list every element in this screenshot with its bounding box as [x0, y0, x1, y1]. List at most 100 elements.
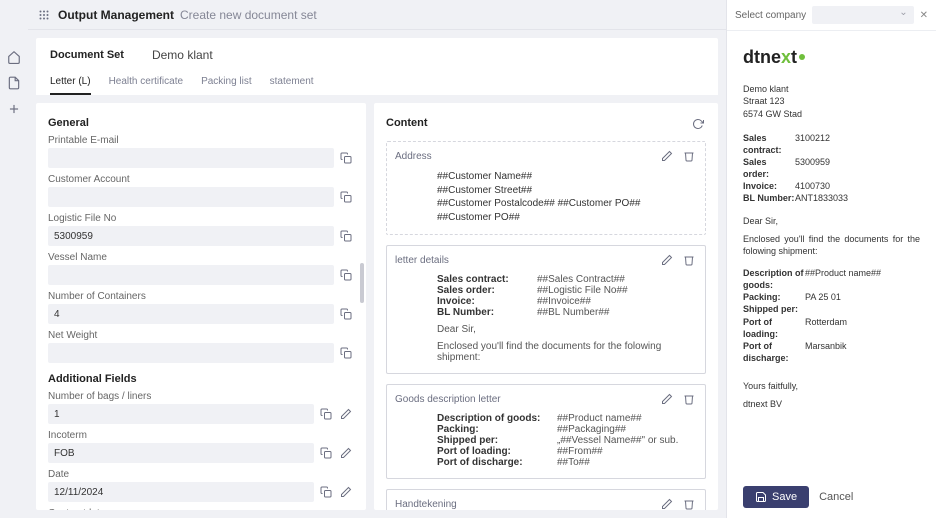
app-subtitle: Create new document set: [180, 8, 317, 22]
copy-icon[interactable]: [338, 189, 354, 205]
preview-pane: Select company ✕ dtnext Demo klant Straa…: [726, 0, 936, 518]
field: Number of bags / liners: [48, 391, 354, 424]
field-label: Contractdate: [48, 508, 354, 510]
trash-icon[interactable]: [681, 496, 697, 510]
nav-rail: [0, 0, 28, 518]
block-sign-title: Handtekening: [395, 499, 457, 510]
field-label: Logistic File No: [48, 213, 354, 224]
edit-icon[interactable]: [338, 445, 354, 461]
company-select[interactable]: [812, 6, 913, 24]
copy-icon[interactable]: [318, 484, 334, 500]
section-additional-title: Additional Fields: [48, 373, 354, 385]
copy-icon[interactable]: [338, 345, 354, 361]
topbar: Output Management Create new document se…: [28, 0, 726, 30]
tab-packing[interactable]: Packing list: [201, 72, 252, 95]
copy-icon[interactable]: [338, 150, 354, 166]
addr-line: ##Customer Name##: [437, 170, 697, 184]
section-general-title: General: [48, 117, 354, 129]
field: Date: [48, 469, 354, 502]
copy-icon[interactable]: [338, 228, 354, 244]
preview-note: Enclosed you'll find the documents for t…: [743, 233, 920, 257]
edit-icon[interactable]: [659, 148, 675, 164]
field-input[interactable]: [48, 343, 334, 363]
preview-addr: 6574 GW Stad: [743, 108, 920, 120]
preview-yours: Yours faitfully,: [743, 380, 920, 392]
preview-addr: Straat 123: [743, 95, 920, 107]
block-address-title: Address: [395, 151, 432, 162]
addr-line: ##Customer Street##: [437, 184, 697, 198]
block-letter-details: letter details Sales contract:##Sales Co…: [386, 245, 706, 374]
trash-icon[interactable]: [681, 148, 697, 164]
copy-icon[interactable]: [318, 406, 334, 422]
field-input[interactable]: [48, 482, 314, 502]
preview-addr: Demo klant: [743, 83, 920, 95]
copy-icon[interactable]: [318, 445, 334, 461]
panel-content: Content Address ##Customer Name## ##Cust…: [374, 103, 718, 510]
plus-icon[interactable]: [7, 102, 21, 116]
block-signature: Handtekening Yours faitfully, dtnext BV: [386, 489, 706, 510]
field-label: Printable E-mail: [48, 135, 354, 146]
preview-greeting: Dear Sir,: [743, 215, 920, 227]
app-title: Output Management: [58, 8, 174, 22]
panel-general: General Printable E-mail Customer Accoun…: [36, 103, 366, 510]
copy-icon[interactable]: [338, 306, 354, 322]
block-goods: Goods description letter Description of …: [386, 384, 706, 479]
field: Vessel Name: [48, 252, 354, 285]
section-content-title: Content: [386, 117, 428, 129]
trash-icon[interactable]: [681, 391, 697, 407]
tab-letter[interactable]: Letter (L): [50, 72, 91, 95]
save-button[interactable]: Save: [743, 486, 809, 508]
edit-icon[interactable]: [338, 484, 354, 500]
field: Logistic File No: [48, 213, 354, 246]
field-label: Incoterm: [48, 430, 354, 441]
cancel-button[interactable]: Cancel: [819, 491, 853, 503]
logo: dtnext: [743, 45, 920, 69]
field-input[interactable]: [48, 404, 314, 424]
block-letter-title: letter details: [395, 255, 449, 266]
field-input[interactable]: [48, 304, 334, 324]
field: Customer Account: [48, 174, 354, 207]
field-label: Number of bags / liners: [48, 391, 354, 402]
home-icon[interactable]: [7, 50, 21, 64]
copy-icon[interactable]: [338, 267, 354, 283]
field: Incoterm: [48, 430, 354, 463]
field-input[interactable]: [48, 148, 334, 168]
field-label: Net Weight: [48, 330, 354, 341]
refresh-icon[interactable]: [690, 116, 706, 132]
field-label: Date: [48, 469, 354, 480]
document-icon[interactable]: [7, 76, 21, 90]
field: Net Weight: [48, 330, 354, 363]
tab-statement[interactable]: statement: [270, 72, 314, 95]
apps-icon[interactable]: [38, 9, 50, 21]
edit-icon[interactable]: [659, 496, 675, 510]
edit-icon[interactable]: [659, 391, 675, 407]
addr-line: ##Customer Postalcode## ##Customer PO##: [437, 197, 697, 211]
field-input[interactable]: [48, 265, 334, 285]
addr-line: ##Customer PO##: [437, 211, 697, 225]
field-input[interactable]: [48, 187, 334, 207]
field: Printable E-mail: [48, 135, 354, 168]
field-label: Customer Account: [48, 174, 354, 185]
page-header: Document Set Demo klant Letter (L) Healt…: [36, 38, 718, 95]
tab-health[interactable]: Health certificate: [109, 72, 183, 95]
field-label: Number of Containers: [48, 291, 354, 302]
block-address: Address ##Customer Name## ##Customer Str…: [386, 141, 706, 235]
docset-name: Demo klant: [152, 48, 213, 62]
select-company-label: Select company: [735, 10, 806, 21]
preview-company: dtnext BV: [743, 398, 920, 410]
edit-icon[interactable]: [338, 406, 354, 422]
field-input[interactable]: [48, 443, 314, 463]
close-icon[interactable]: ✕: [920, 10, 928, 21]
field: Number of Containers: [48, 291, 354, 324]
docset-label: Document Set: [50, 49, 124, 61]
field-input[interactable]: [48, 226, 334, 246]
letter-greeting: Dear Sir,: [395, 324, 697, 335]
tabs: Letter (L) Health certificate Packing li…: [50, 72, 704, 95]
letter-para: Enclosed you'll find the documents for t…: [395, 341, 697, 363]
trash-icon[interactable]: [681, 252, 697, 268]
field: Contractdate: [48, 508, 354, 510]
block-goods-title: Goods description letter: [395, 394, 501, 405]
edit-icon[interactable]: [659, 252, 675, 268]
scrollbar[interactable]: [360, 263, 364, 303]
field-label: Vessel Name: [48, 252, 354, 263]
